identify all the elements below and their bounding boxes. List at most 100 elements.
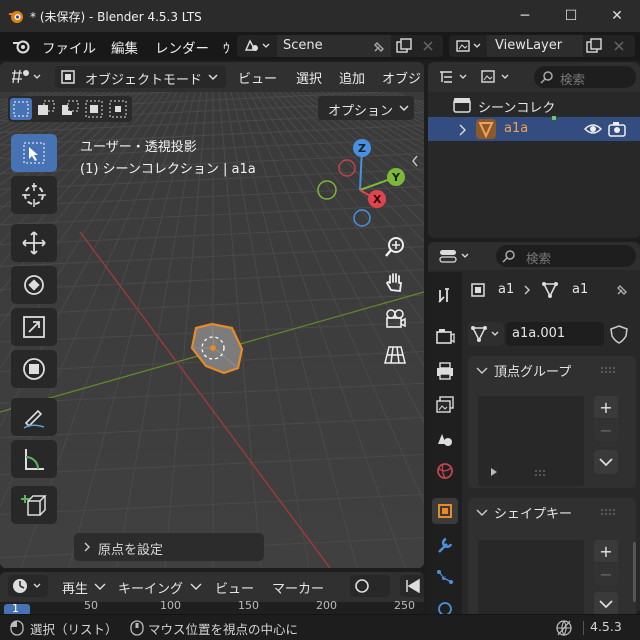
timeline-keying-menu[interactable]: キーイング: [112, 575, 204, 597]
tool-move[interactable]: [11, 224, 57, 262]
menu-overflow[interactable]: ｳ: [223, 37, 230, 57]
minimize-button[interactable]: ─: [502, 0, 548, 32]
timeline-menu-marker[interactable]: マーカー: [272, 578, 324, 597]
chevron-down-icon[interactable]: [476, 366, 488, 376]
blender-menu-icon[interactable]: [12, 38, 32, 54]
delete-scene-icon[interactable]: [421, 39, 435, 53]
menu-file[interactable]: ファイル: [42, 37, 96, 57]
mesh-name-field[interactable]: a1a.001: [506, 322, 604, 346]
viewport-menu-view[interactable]: ビュー: [238, 68, 277, 87]
select-intersect-icon[interactable]: [107, 98, 129, 120]
outliner-header: 検索: [428, 62, 640, 92]
new-view-layer-icon[interactable]: [585, 38, 603, 54]
delete-view-layer-icon[interactable]: [612, 39, 626, 53]
select-invert-icon[interactable]: [83, 98, 105, 120]
jump-to-start-button[interactable]: [400, 575, 424, 597]
tab-output[interactable]: [432, 358, 458, 384]
vertex-groups-title[interactable]: 頂点グループ: [494, 361, 571, 380]
outliner-editor-icon[interactable]: [438, 69, 474, 85]
view-layer-selector[interactable]: ViewLayer: [449, 35, 635, 57]
timeline-ruler[interactable]: 1 50 100 150 200 250: [0, 599, 424, 614]
properties-search-input[interactable]: 検索: [496, 245, 636, 267]
maximize-button[interactable]: ☐: [548, 0, 594, 32]
tool-measure[interactable]: [11, 440, 57, 478]
select-extend-icon[interactable]: [35, 98, 57, 120]
tab-object[interactable]: [432, 498, 458, 524]
tool-cursor[interactable]: [11, 176, 57, 214]
last-operator-panel[interactable]: 原点を設定: [74, 533, 264, 561]
list-resize-handle-icon[interactable]: [534, 470, 548, 476]
outliner-row-a1a[interactable]: a1a: [428, 116, 640, 141]
viewport-menu-object[interactable]: オブジ: [382, 68, 421, 87]
tool-rotate[interactable]: [11, 266, 57, 304]
tool-select-box[interactable]: [11, 134, 57, 172]
rotate-icon: [24, 275, 44, 295]
zoom-button[interactable]: [380, 232, 410, 262]
current-frame-indicator[interactable]: 1: [4, 602, 30, 614]
pin-icon[interactable]: [614, 282, 630, 298]
tab-world[interactable]: [432, 458, 458, 484]
shape-key-specials-button[interactable]: [594, 592, 618, 614]
drag-handle-icon[interactable]: [600, 508, 618, 516]
shape-key-add-button[interactable]: +: [594, 540, 618, 562]
drag-handle-icon[interactable]: [600, 366, 618, 374]
properties-editor-icon[interactable]: [438, 247, 474, 265]
display-mode-icon[interactable]: [480, 68, 516, 86]
expand-arrow-icon[interactable]: [458, 124, 468, 136]
tool-scale[interactable]: [11, 308, 57, 346]
vertex-groups-list[interactable]: [478, 396, 584, 486]
tab-render[interactable]: [432, 324, 458, 350]
shape-keys-list[interactable]: [478, 540, 584, 614]
camera-view-button[interactable]: [380, 304, 410, 334]
pin-icon[interactable]: [371, 39, 387, 55]
shape-keys-title[interactable]: シェイプキー: [494, 503, 572, 522]
tab-modifiers[interactable]: [432, 532, 458, 558]
options-dropdown[interactable]: オプション: [318, 96, 414, 120]
mesh-browse-button[interactable]: [468, 322, 504, 346]
tab-tool[interactable]: [432, 282, 458, 308]
scene-selector[interactable]: Scene: [237, 35, 443, 57]
properties-scrollbar[interactable]: [633, 542, 636, 602]
close-button[interactable]: ✕: [594, 0, 640, 32]
tab-physics[interactable]: [432, 596, 458, 614]
tool-annotate[interactable]: [11, 398, 57, 436]
outliner-search-input[interactable]: 検索: [534, 66, 636, 88]
navigation-gizmo[interactable]: Z Y X: [300, 132, 410, 242]
tool-add-cube[interactable]: [11, 486, 57, 524]
mode-label: オブジェクトモード: [85, 73, 203, 88]
timeline-playback-menu[interactable]: 再生: [56, 575, 108, 597]
new-scene-icon[interactable]: [395, 38, 413, 54]
render-camera-icon[interactable]: [608, 121, 626, 137]
ortho-toggle-button[interactable]: [380, 340, 410, 370]
vertex-group-specials-button[interactable]: [594, 450, 618, 474]
network-globe-icon[interactable]: [555, 619, 575, 637]
timeline-menu-view[interactable]: ビュー: [215, 578, 254, 597]
tool-transform[interactable]: [11, 350, 57, 388]
auto-keying-toggle[interactable]: [350, 575, 390, 597]
pan-button[interactable]: [380, 268, 410, 298]
scene-name[interactable]: Scene: [283, 38, 323, 53]
outliner-row-scene-collection[interactable]: シーンコレク: [428, 94, 640, 116]
sidebar-toggle-icon[interactable]: [410, 154, 420, 168]
timeline-editor-type-button[interactable]: [8, 575, 48, 597]
menu-edit[interactable]: 編集: [111, 37, 138, 57]
view-layer-name[interactable]: ViewLayer: [495, 38, 562, 53]
mode-dropdown[interactable]: オブジェクトモード: [55, 66, 226, 88]
fake-user-shield-icon[interactable]: [608, 324, 630, 344]
vertex-group-add-button[interactable]: +: [594, 396, 618, 418]
menu-render[interactable]: レンダー: [155, 37, 209, 57]
editor-type-button[interactable]: [8, 66, 46, 88]
shape-key-remove-button[interactable]: −: [594, 563, 618, 585]
viewport-menu-add[interactable]: 追加: [339, 68, 365, 87]
chevron-down-icon[interactable]: [476, 508, 488, 518]
select-subtract-icon[interactable]: [59, 98, 81, 120]
3d-viewport[interactable]: オブジェクトモード ビュー 選択 追加 オブジ オプション ユーザー・透視投影 …: [0, 62, 424, 568]
select-new-button[interactable]: [10, 98, 32, 120]
tab-particles[interactable]: [432, 564, 458, 590]
tab-scene[interactable]: [432, 426, 458, 452]
vertex-group-remove-button[interactable]: −: [594, 419, 618, 441]
list-filter-arrow-icon[interactable]: [490, 468, 498, 476]
tab-view-layer[interactable]: [432, 392, 458, 418]
viewport-menu-select[interactable]: 選択: [296, 68, 322, 87]
eye-visibility-icon[interactable]: [584, 122, 602, 136]
